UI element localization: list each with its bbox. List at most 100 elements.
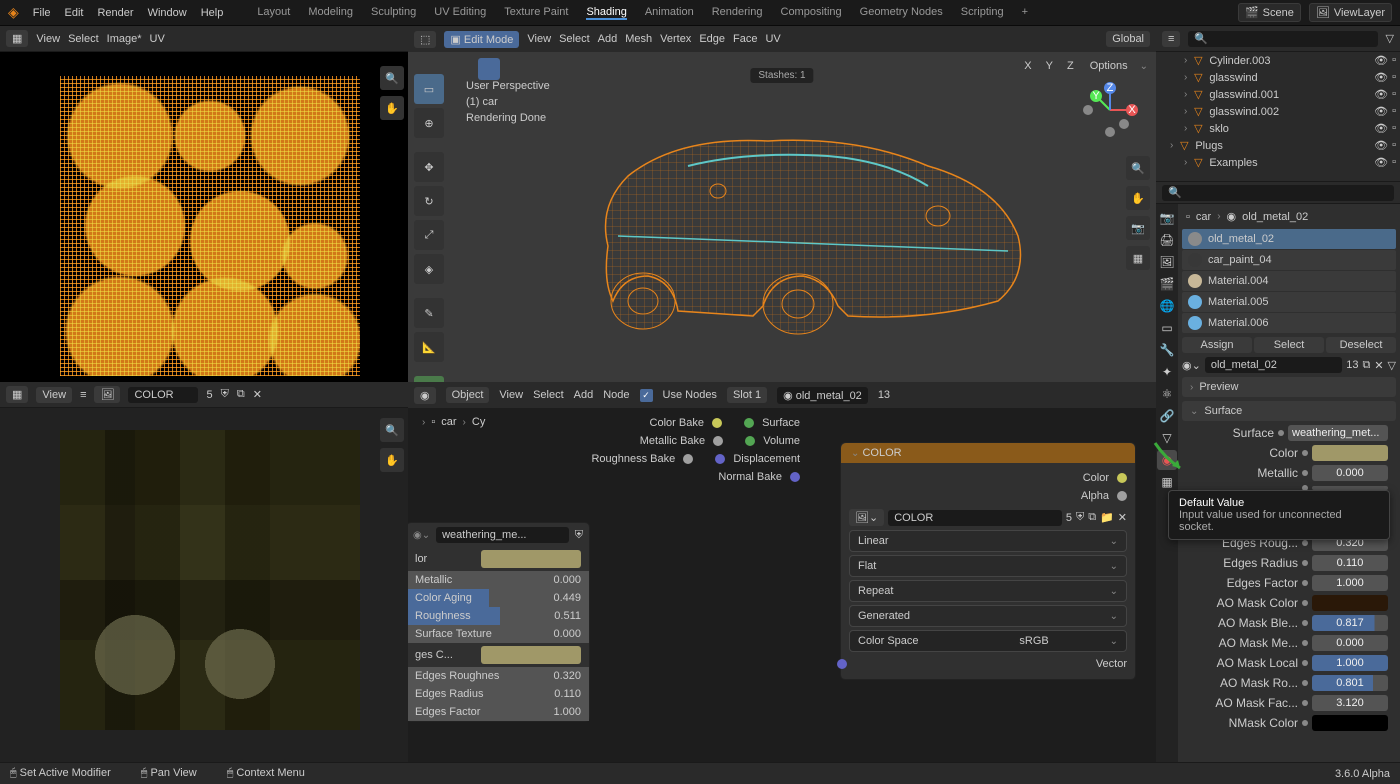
material-slot[interactable]: car_paint_04: [1182, 250, 1396, 270]
outliner-item[interactable]: ›▽glasswind.002👁▫: [1156, 103, 1400, 120]
node-group-name[interactable]: weathering_me...: [436, 527, 569, 543]
scale-tool[interactable]: ⤢: [414, 220, 444, 250]
shield-icon[interactable]: ⛨: [221, 388, 229, 401]
transform-tool[interactable]: ◈: [414, 254, 444, 284]
tab-layout[interactable]: Layout: [257, 6, 290, 20]
uv-image-menu[interactable]: Image*: [107, 33, 142, 45]
metallic-value[interactable]: 0.000: [553, 574, 581, 586]
property-row[interactable]: Edges Radius0.110: [1182, 553, 1396, 573]
filter-icon[interactable]: ▽: [1386, 32, 1394, 45]
texture-canvas[interactable]: [60, 430, 360, 730]
hand-icon[interactable]: ✋: [380, 448, 404, 472]
outliner-item[interactable]: ›▽glasswind.001👁▫: [1156, 86, 1400, 103]
vp-edge-menu[interactable]: Edge: [699, 33, 725, 45]
vp-uv-menu[interactable]: UV: [765, 33, 780, 45]
color-bake-socket[interactable]: Color Bake: [650, 417, 704, 429]
scene-selector[interactable]: 🎬 Scene: [1238, 3, 1301, 22]
ne-add-menu[interactable]: Add: [574, 389, 594, 401]
face-select-icon[interactable]: [478, 58, 500, 80]
image-name-field[interactable]: COLOR: [128, 387, 198, 403]
ne-node-menu[interactable]: Node: [603, 389, 629, 401]
vp-view-menu[interactable]: View: [527, 33, 551, 45]
outliner-item[interactable]: ›▽glasswind👁▫: [1156, 69, 1400, 86]
ptab-scene[interactable]: 🎬: [1157, 274, 1177, 294]
tab-shading[interactable]: Shading: [586, 6, 626, 20]
color-output[interactable]: Color: [1083, 472, 1109, 484]
node-title[interactable]: ⌄ COLOR: [841, 443, 1135, 463]
assign-button[interactable]: Assign: [1182, 337, 1252, 353]
img-browse-icon[interactable]: 🖼: [94, 386, 120, 403]
property-row[interactable]: AO Mask Me...0.000: [1182, 633, 1396, 653]
surface-section[interactable]: ⌄Surface: [1182, 401, 1396, 421]
add-workspace-button[interactable]: +: [1022, 6, 1028, 20]
uv-editor[interactable]: ▦ View Select Image* UV 🔍 ✋: [0, 26, 408, 382]
socket-icon[interactable]: [1278, 430, 1284, 436]
volume-input[interactable]: Volume: [763, 435, 800, 447]
outliner-item[interactable]: ›▽sklo👁▫: [1156, 120, 1400, 137]
shield-icon[interactable]: ⛨: [575, 529, 583, 542]
duplicate-icon[interactable]: ⧉: [1362, 359, 1370, 372]
extension-dropdown[interactable]: Repeat⌄: [849, 580, 1127, 602]
open-icon[interactable]: 📁: [1100, 511, 1114, 524]
property-row[interactable]: AO Mask Fac...3.120: [1182, 693, 1396, 713]
vp-face-menu[interactable]: Face: [733, 33, 757, 45]
vector-input[interactable]: Vector: [1096, 658, 1127, 670]
uv-select-menu[interactable]: Select: [68, 33, 99, 45]
use-nodes-checkbox[interactable]: ✓: [640, 389, 653, 402]
measure-tool[interactable]: 📐: [414, 332, 444, 362]
tab-texturepaint[interactable]: Texture Paint: [504, 6, 568, 20]
file-menu[interactable]: File: [33, 7, 51, 19]
ne-select-menu[interactable]: Select: [533, 389, 564, 401]
select-box-tool[interactable]: ▭: [414, 74, 444, 104]
surface-value[interactable]: weathering_met...: [1288, 425, 1388, 441]
displacement-input[interactable]: Displacement: [733, 453, 800, 465]
img-view-menu[interactable]: View: [36, 387, 72, 403]
property-row[interactable]: AO Mask Ble...0.817: [1182, 613, 1396, 633]
tab-modeling[interactable]: Modeling: [308, 6, 353, 20]
img-browse-icon[interactable]: 🖼⌄: [849, 509, 884, 526]
ptab-world[interactable]: 🌐: [1157, 296, 1177, 316]
unlink-icon[interactable]: ✕: [1374, 359, 1383, 372]
window-menu[interactable]: Window: [148, 7, 187, 19]
props-search[interactable]: [1162, 185, 1394, 201]
uv-view-menu[interactable]: View: [36, 33, 60, 45]
cursor-tool[interactable]: ⊕: [414, 108, 444, 138]
property-row[interactable]: NMask Color: [1182, 713, 1396, 733]
unlink-icon[interactable]: ✕: [253, 388, 262, 401]
outliner-item[interactable]: ›▽Cylinder.003👁▫: [1156, 52, 1400, 69]
surface-input[interactable]: Surface: [762, 417, 800, 429]
editor-type-icon[interactable]: ▦: [6, 30, 28, 47]
ptab-object[interactable]: ▭: [1157, 318, 1177, 338]
tab-scripting[interactable]: Scripting: [961, 6, 1004, 20]
material-slot[interactable]: Material.006: [1182, 313, 1396, 333]
tab-compositing[interactable]: Compositing: [781, 6, 842, 20]
metallic-bake-socket[interactable]: Metallic Bake: [640, 435, 705, 447]
bc-material[interactable]: old_metal_02: [1242, 211, 1308, 223]
material-slot[interactable]: old_metal_02: [1182, 229, 1396, 249]
property-row[interactable]: AO Mask Color: [1182, 593, 1396, 613]
preview-section[interactable]: ›Preview: [1182, 377, 1396, 397]
material-slots[interactable]: old_metal_02car_paint_04Material.004Mate…: [1182, 229, 1396, 333]
camera-icon[interactable]: 📷: [1126, 216, 1150, 240]
ptab-render[interactable]: 📷: [1157, 208, 1177, 228]
edgesrough-value[interactable]: 0.320: [553, 670, 581, 682]
normal-bake-socket[interactable]: Normal Bake: [718, 471, 782, 483]
roughness-value[interactable]: 0.511: [554, 610, 581, 622]
tab-rendering[interactable]: Rendering: [712, 6, 763, 20]
hand-icon[interactable]: ✋: [1126, 186, 1150, 210]
help-menu[interactable]: Help: [201, 7, 224, 19]
uv-canvas[interactable]: [60, 76, 360, 376]
editor-type-icon[interactable]: ≡: [1162, 31, 1180, 47]
hand-icon[interactable]: ✋: [380, 96, 404, 120]
shader-node-editor[interactable]: ◉ Object View Select Add Node ✓ Use Node…: [408, 382, 1156, 784]
tab-uvediting[interactable]: UV Editing: [434, 6, 486, 20]
options-dropdown[interactable]: Options: [1084, 58, 1134, 74]
bc-object[interactable]: car: [441, 416, 456, 428]
zoom-icon[interactable]: 🔍: [380, 66, 404, 90]
edit-menu[interactable]: Edit: [65, 7, 84, 19]
edgesfac-value[interactable]: 1.000: [553, 706, 581, 718]
roughness-bake-socket[interactable]: Roughness Bake: [591, 453, 675, 465]
interpolation-dropdown[interactable]: Linear⌄: [849, 530, 1127, 552]
material-output-node[interactable]: Color Bake Surface Metallic Bake Volume …: [498, 408, 808, 492]
rotate-tool[interactable]: ↻: [414, 186, 444, 216]
